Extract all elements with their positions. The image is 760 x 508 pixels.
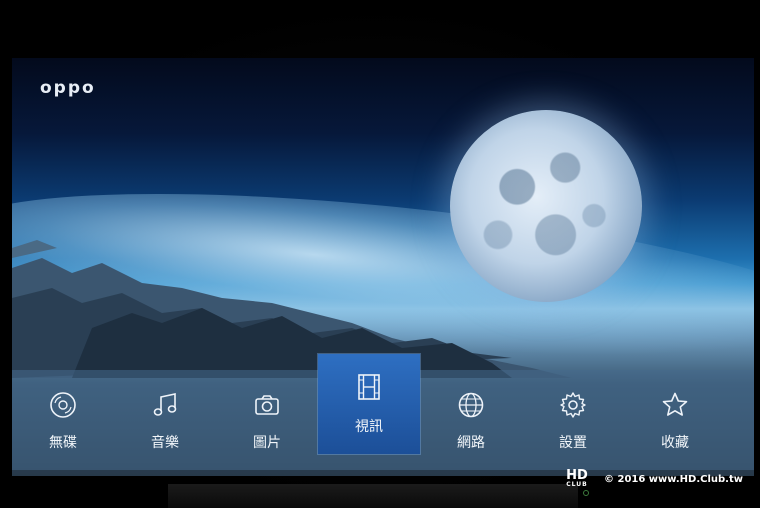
film-icon — [354, 372, 384, 402]
menu-item-label: 收藏 — [661, 435, 689, 451]
hdclub-watermark: HD CLUB © 2016 www.HD.Club.tw — [560, 468, 743, 490]
menu-item-disc[interactable]: 無碟 — [12, 370, 114, 470]
menu-item-label: 網路 — [457, 435, 485, 451]
tv-screen: oppo 無碟 音樂 圖片 視訊 網路 設置 收藏 — [12, 58, 754, 476]
menu-item-label: 設置 — [559, 435, 587, 451]
menu-item-label: 圖片 — [253, 435, 281, 451]
menu-item-label: 視訊 — [355, 419, 383, 435]
music-note-icon — [150, 390, 180, 420]
tv-stand — [168, 484, 578, 508]
disc-icon — [48, 390, 78, 420]
menu-item-settings[interactable]: 設置 — [522, 370, 624, 470]
gear-icon — [558, 390, 588, 420]
power-led — [583, 490, 589, 496]
menu-item-music[interactable]: 音樂 — [114, 370, 216, 470]
copyright-text: © 2016 www.HD.Club.tw — [604, 473, 743, 485]
menu-item-favorites[interactable]: 收藏 — [624, 370, 726, 470]
camera-icon — [252, 390, 282, 420]
oppo-logo: oppo — [40, 78, 96, 98]
menu-item-video[interactable]: 視訊 — [318, 354, 420, 454]
moon-image — [450, 110, 642, 302]
menu-item-network[interactable]: 網路 — [420, 370, 522, 470]
menu-item-photo[interactable]: 圖片 — [216, 370, 318, 470]
hdclub-logo-bottom: CLUB — [566, 480, 588, 488]
hdclub-logo: HD CLUB — [560, 469, 594, 489]
menu-item-label: 音樂 — [151, 435, 179, 451]
globe-icon — [456, 390, 486, 420]
menu-item-label: 無碟 — [49, 435, 77, 451]
main-menu-bar: 無碟 音樂 圖片 視訊 網路 設置 收藏 — [12, 354, 754, 470]
star-icon — [660, 390, 690, 420]
